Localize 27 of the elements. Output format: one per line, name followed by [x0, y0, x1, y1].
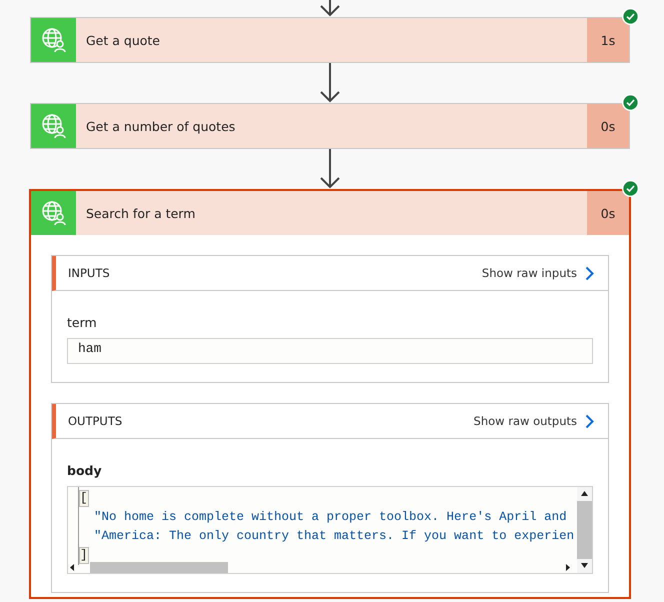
duration-label: 1s	[587, 18, 629, 62]
action-title: Get a number of quotes	[85, 118, 236, 136]
show-raw-link[interactable]: Show raw inputs	[482, 266, 594, 280]
input-field[interactable]: ham	[67, 338, 593, 364]
field-label: body	[67, 463, 103, 478]
globe-user-icon	[40, 27, 66, 53]
connector-arrow	[319, 63, 341, 103]
duration-label: 0s	[587, 191, 629, 235]
action-card[interactable]: Get a quote 1s	[30, 17, 630, 63]
code-line: "No home is complete without a proper toolbox. Here's April and	[93, 509, 568, 526]
action-card[interactable]: Get a number of quotes 0s	[30, 103, 630, 149]
action-title: Get a quote	[85, 32, 161, 50]
code-field[interactable]: [ "No home is complete without a proper toolbox. Here's April and "America: The only country that matters. If you want to experien ]	[67, 486, 593, 574]
chevron-icon	[585, 414, 594, 428]
connector-arrow	[319, 0, 341, 17]
action-card[interactable]	[29, 189, 631, 599]
globe-user-icon	[40, 113, 66, 139]
show-raw-link[interactable]: Show raw outputs	[474, 414, 594, 428]
connector-arrow	[319, 149, 341, 189]
section-header: OUTPUTS	[68, 414, 124, 428]
field-label: term	[67, 315, 98, 330]
globe-user-icon	[40, 200, 66, 226]
code-line: "America: The only country that matters. If you want to experien	[93, 528, 576, 545]
action-title: Search for a term	[85, 204, 196, 222]
chevron-icon	[585, 266, 594, 280]
section-header: INPUTS	[68, 266, 111, 280]
duration-label: 0s	[587, 104, 629, 148]
